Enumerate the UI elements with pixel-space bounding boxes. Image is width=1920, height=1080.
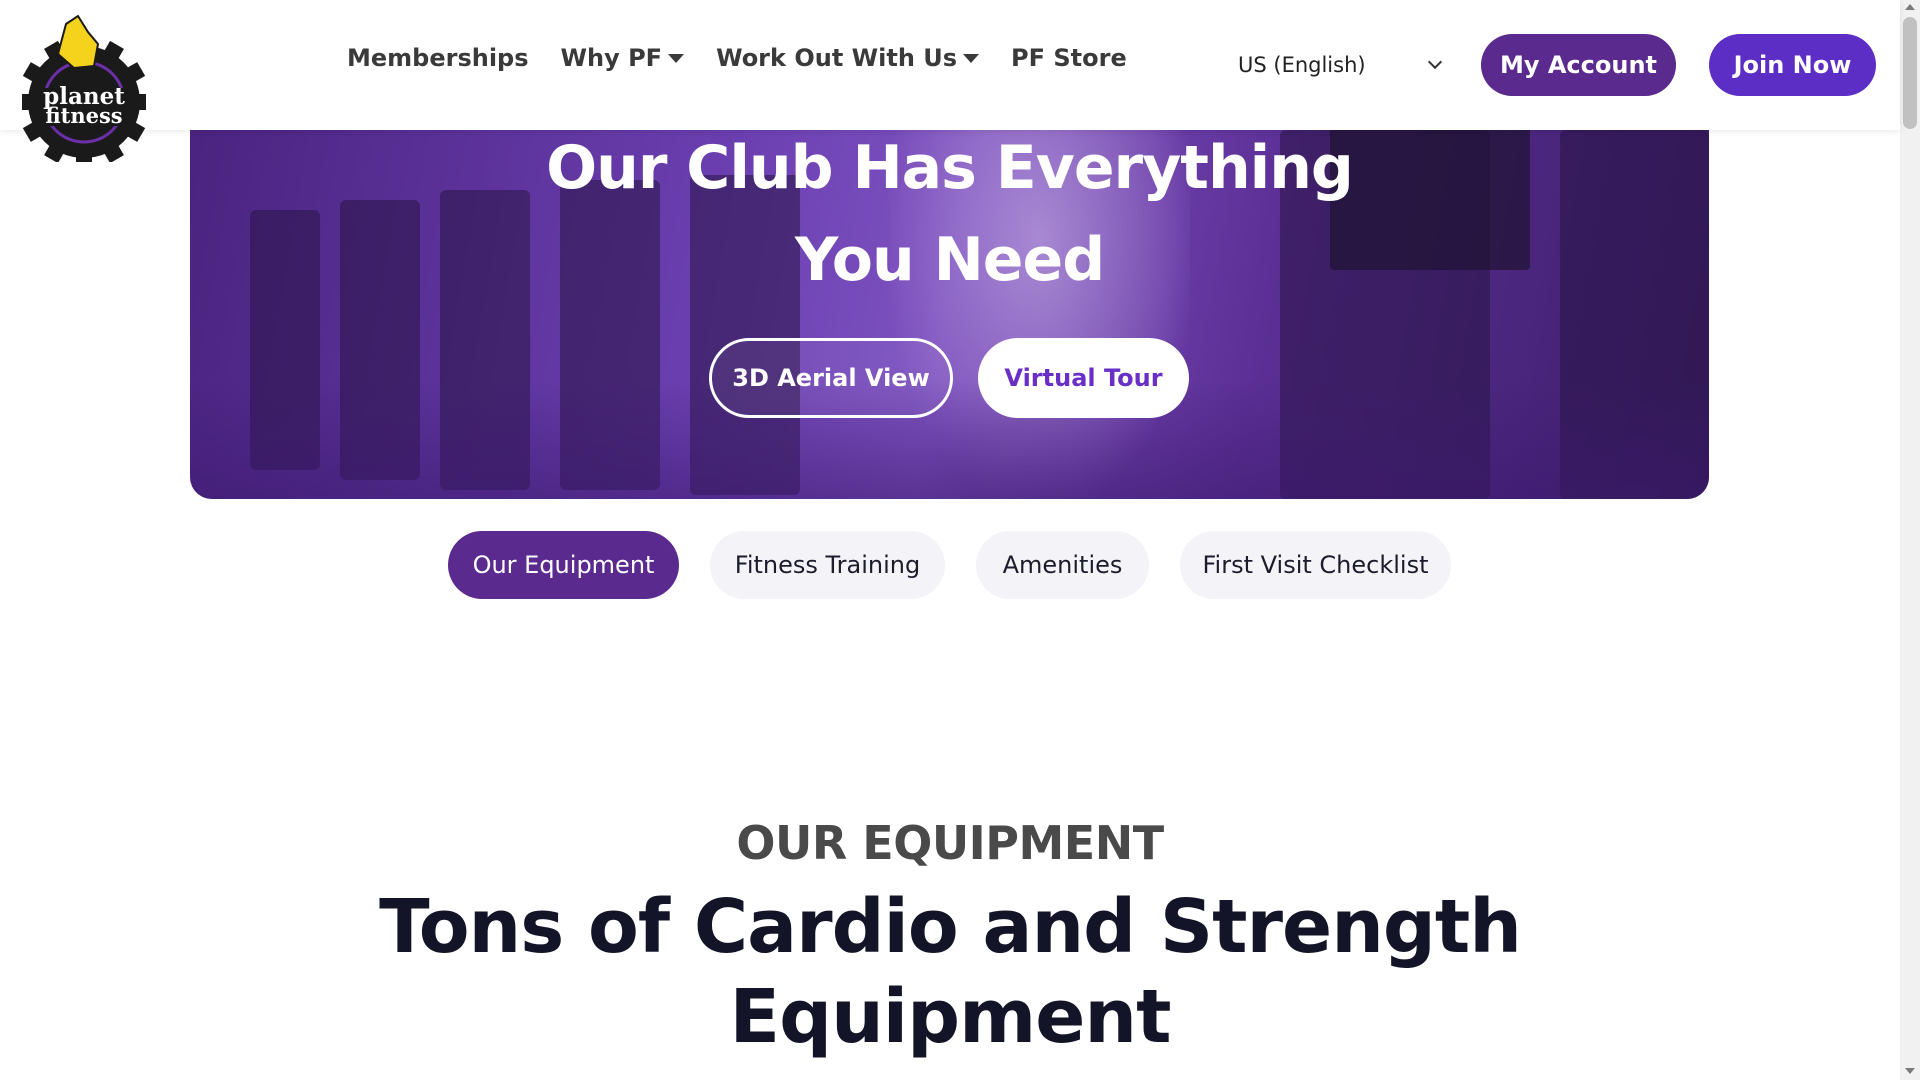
join-now-button[interactable]: Join Now (1709, 34, 1876, 96)
hero-title-line2: You Need (794, 225, 1105, 295)
aerial-view-button[interactable]: 3D Aerial View (709, 338, 953, 418)
language-value: US (English) (1238, 53, 1366, 77)
tab-amenities[interactable]: Amenities (976, 531, 1149, 599)
virtual-tour-button[interactable]: Virtual Tour (978, 338, 1189, 418)
tab-first-visit-checklist[interactable]: First Visit Checklist (1180, 531, 1451, 599)
page-scrollbar[interactable] (1900, 0, 1920, 1080)
nav-memberships[interactable]: Memberships (347, 44, 529, 72)
scrollbar-thumb[interactable] (1903, 17, 1917, 129)
language-select[interactable]: US (English) (1238, 48, 1448, 82)
nav-pf-store-label: PF Store (1011, 44, 1127, 72)
tab-fitness-training[interactable]: Fitness Training (710, 531, 945, 599)
my-account-button[interactable]: My Account (1481, 34, 1676, 96)
nav-work-out-label: Work Out With Us (716, 44, 958, 72)
tab-label: Our Equipment (472, 551, 655, 579)
section-title-line2: Equipment (729, 974, 1172, 1060)
tab-label: Fitness Training (734, 551, 921, 579)
section-title-line1: Tons of Cardio and Strength (379, 884, 1522, 970)
nav-work-out-with-us[interactable]: Work Out With Us (716, 44, 980, 72)
scroll-up-arrow-icon[interactable] (1905, 4, 1915, 10)
section-title: Tons of Cardio and Strength Equipment (0, 882, 1900, 1062)
chevron-down-icon (1427, 54, 1443, 70)
scroll-down-arrow-icon[interactable] (1905, 1068, 1915, 1074)
virtual-tour-label: Virtual Tour (1004, 364, 1163, 392)
logo-gear-icon: planet fitness (18, 14, 150, 168)
caret-down-icon (963, 53, 980, 63)
hero-title-line1: Our Club Has Everything (546, 133, 1354, 203)
nav-why-pf-label: Why PF (560, 44, 663, 72)
section-eyebrow: OUR EQUIPMENT (736, 816, 1164, 870)
hero-title: Our Club Has Everything You Need (190, 122, 1709, 306)
caret-down-icon (668, 53, 685, 63)
tab-label: Amenities (1002, 551, 1123, 579)
nav-memberships-label: Memberships (347, 44, 529, 72)
my-account-label: My Account (1499, 51, 1658, 79)
aerial-view-label: 3D Aerial View (732, 364, 930, 392)
tab-our-equipment[interactable]: Our Equipment (448, 531, 679, 599)
hero-floor-shade (190, 379, 1709, 499)
main-nav: Memberships Why PF Work Out With Us PF S… (347, 44, 1159, 72)
tab-label: First Visit Checklist (1202, 551, 1429, 579)
site-header: Memberships Why PF Work Out With Us PF S… (0, 0, 1900, 130)
nav-pf-store[interactable]: PF Store (1011, 44, 1127, 72)
join-now-label: Join Now (1733, 51, 1852, 79)
logo-text-line2: fitness (45, 103, 122, 128)
nav-why-pf[interactable]: Why PF (561, 44, 685, 72)
planet-fitness-logo[interactable]: planet fitness (18, 14, 150, 168)
